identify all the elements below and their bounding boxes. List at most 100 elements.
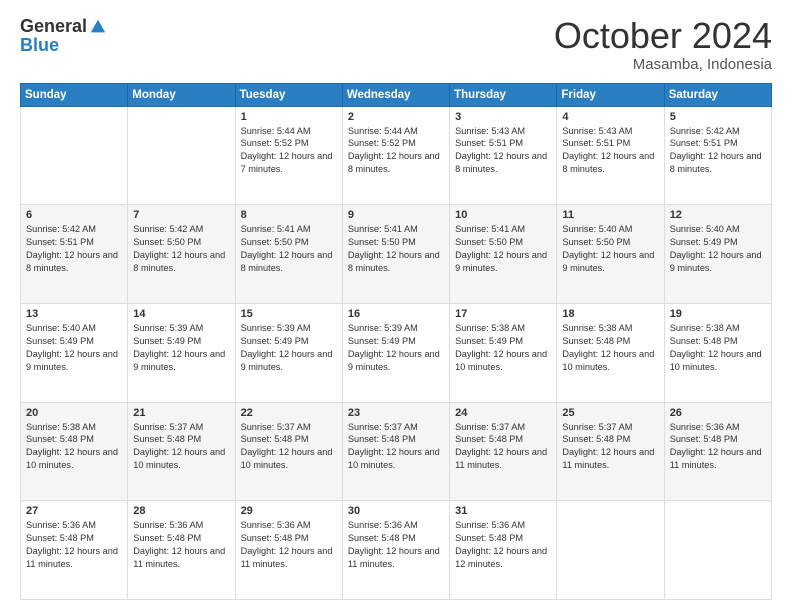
day-info: Sunrise: 5:38 AM Sunset: 5:49 PM Dayligh… <box>455 322 551 374</box>
day-info: Sunrise: 5:43 AM Sunset: 5:51 PM Dayligh… <box>455 125 551 177</box>
day-number: 14 <box>133 308 229 320</box>
day-info: Sunrise: 5:44 AM Sunset: 5:52 PM Dayligh… <box>241 125 337 177</box>
day-number: 5 <box>670 111 766 123</box>
day-info: Sunrise: 5:38 AM Sunset: 5:48 PM Dayligh… <box>26 421 122 473</box>
calendar-cell: 5 Sunrise: 5:42 AM Sunset: 5:51 PM Daylig… <box>664 106 771 205</box>
calendar-cell: 11 Sunrise: 5:40 AM Sunset: 5:50 PM Dayli… <box>557 205 664 304</box>
day-info: Sunrise: 5:41 AM Sunset: 5:50 PM Dayligh… <box>348 223 444 275</box>
page-header: General Blue October 2024 Masamba, Indon… <box>20 16 772 73</box>
day-number: 1 <box>241 111 337 123</box>
title-block: October 2024 Masamba, Indonesia <box>554 16 772 73</box>
day-number: 11 <box>562 209 658 221</box>
calendar-cell: 7Sunrise: 5:42 AM Sunset: 5:50 PM Daylig… <box>128 205 235 304</box>
day-number: 19 <box>670 308 766 320</box>
day-info: Sunrise: 5:36 AM Sunset: 5:48 PM Dayligh… <box>670 421 766 473</box>
col-thursday: Thursday <box>450 83 557 106</box>
day-number: 23 <box>348 407 444 419</box>
logo-text: General <box>20 16 107 37</box>
col-tuesday: Tuesday <box>235 83 342 106</box>
day-info: Sunrise: 5:37 AM Sunset: 5:48 PM Dayligh… <box>241 421 337 473</box>
day-number: 27 <box>26 505 122 517</box>
calendar-cell <box>128 106 235 205</box>
calendar-cell <box>664 501 771 600</box>
day-info: Sunrise: 5:43 AM Sunset: 5:51 PM Dayligh… <box>562 125 658 177</box>
col-sunday: Sunday <box>21 83 128 106</box>
day-info: Sunrise: 5:36 AM Sunset: 5:48 PM Dayligh… <box>348 519 444 571</box>
day-number: 26 <box>670 407 766 419</box>
calendar-cell: 18Sunrise: 5:38 AM Sunset: 5:48 PM Dayli… <box>557 303 664 402</box>
calendar-cell: 1 Sunrise: 5:44 AM Sunset: 5:52 PM Daylig… <box>235 106 342 205</box>
day-info: Sunrise: 5:37 AM Sunset: 5:48 PM Dayligh… <box>348 421 444 473</box>
day-info: Sunrise: 5:42 AM Sunset: 5:50 PM Dayligh… <box>133 223 229 275</box>
day-number: 6 <box>26 209 122 221</box>
day-info: Sunrise: 5:36 AM Sunset: 5:48 PM Dayligh… <box>455 519 551 571</box>
day-info: Sunrise: 5:37 AM Sunset: 5:48 PM Dayligh… <box>455 421 551 473</box>
day-info: Sunrise: 5:38 AM Sunset: 5:48 PM Dayligh… <box>562 322 658 374</box>
day-number: 3 <box>455 111 551 123</box>
calendar-cell: 24 Sunrise: 5:37 AM Sunset: 5:48 PM Dayli… <box>450 402 557 501</box>
calendar-cell <box>557 501 664 600</box>
calendar-cell: 10Sunrise: 5:41 AM Sunset: 5:50 PM Dayli… <box>450 205 557 304</box>
day-number: 25 <box>562 407 658 419</box>
day-number: 20 <box>26 407 122 419</box>
day-info: Sunrise: 5:36 AM Sunset: 5:48 PM Dayligh… <box>241 519 337 571</box>
calendar-table: Sunday Monday Tuesday Wednesday Thursday… <box>20 83 772 600</box>
calendar-cell: 13Sunrise: 5:40 AM Sunset: 5:49 PM Dayli… <box>21 303 128 402</box>
calendar-week-3: 13Sunrise: 5:40 AM Sunset: 5:49 PM Dayli… <box>21 303 772 402</box>
day-info: Sunrise: 5:40 AM Sunset: 5:50 PM Dayligh… <box>562 223 658 275</box>
day-info: Sunrise: 5:39 AM Sunset: 5:49 PM Dayligh… <box>133 322 229 374</box>
logo: General Blue <box>20 16 107 56</box>
day-info: Sunrise: 5:39 AM Sunset: 5:49 PM Dayligh… <box>348 322 444 374</box>
logo-general: General <box>20 16 87 37</box>
day-number: 31 <box>455 505 551 517</box>
day-info: Sunrise: 5:37 AM Sunset: 5:48 PM Dayligh… <box>562 421 658 473</box>
calendar-cell: 22 Sunrise: 5:37 AM Sunset: 5:48 PM Dayli… <box>235 402 342 501</box>
day-number: 9 <box>348 209 444 221</box>
col-monday: Monday <box>128 83 235 106</box>
calendar-cell: 19Sunrise: 5:38 AM Sunset: 5:48 PM Dayli… <box>664 303 771 402</box>
day-info: Sunrise: 5:41 AM Sunset: 5:50 PM Dayligh… <box>455 223 551 275</box>
logo-blue: Blue <box>20 35 59 56</box>
calendar-cell: 21 Sunrise: 5:37 AM Sunset: 5:48 PM Dayli… <box>128 402 235 501</box>
calendar-cell: 26 Sunrise: 5:36 AM Sunset: 5:48 PM Dayli… <box>664 402 771 501</box>
day-number: 30 <box>348 505 444 517</box>
calendar-cell: 29 Sunrise: 5:36 AM Sunset: 5:48 PM Dayli… <box>235 501 342 600</box>
day-info: Sunrise: 5:36 AM Sunset: 5:48 PM Dayligh… <box>26 519 122 571</box>
day-number: 29 <box>241 505 337 517</box>
day-info: Sunrise: 5:41 AM Sunset: 5:50 PM Dayligh… <box>241 223 337 275</box>
calendar-week-5: 27 Sunrise: 5:36 AM Sunset: 5:48 PM Dayli… <box>21 501 772 600</box>
calendar-cell: 17 Sunrise: 5:38 AM Sunset: 5:49 PM Dayli… <box>450 303 557 402</box>
calendar-week-1: 1 Sunrise: 5:44 AM Sunset: 5:52 PM Daylig… <box>21 106 772 205</box>
day-number: 16 <box>348 308 444 320</box>
calendar-cell: 9 Sunrise: 5:41 AM Sunset: 5:50 PM Daylig… <box>342 205 449 304</box>
col-saturday: Saturday <box>664 83 771 106</box>
day-number: 21 <box>133 407 229 419</box>
day-info: Sunrise: 5:42 AM Sunset: 5:51 PM Dayligh… <box>670 125 766 177</box>
day-number: 12 <box>670 209 766 221</box>
day-info: Sunrise: 5:42 AM Sunset: 5:51 PM Dayligh… <box>26 223 122 275</box>
calendar-cell: 30 Sunrise: 5:36 AM Sunset: 5:48 PM Dayli… <box>342 501 449 600</box>
day-number: 22 <box>241 407 337 419</box>
calendar-cell: 12 Sunrise: 5:40 AM Sunset: 5:49 PM Dayli… <box>664 205 771 304</box>
calendar-cell: 8Sunrise: 5:41 AM Sunset: 5:50 PM Daylig… <box>235 205 342 304</box>
calendar-cell: 23 Sunrise: 5:37 AM Sunset: 5:48 PM Dayli… <box>342 402 449 501</box>
calendar-header-row: Sunday Monday Tuesday Wednesday Thursday… <box>21 83 772 106</box>
logo-icon <box>89 18 107 36</box>
day-info: Sunrise: 5:40 AM Sunset: 5:49 PM Dayligh… <box>670 223 766 275</box>
calendar-week-4: 20 Sunrise: 5:38 AM Sunset: 5:48 PM Dayli… <box>21 402 772 501</box>
day-info: Sunrise: 5:44 AM Sunset: 5:52 PM Dayligh… <box>348 125 444 177</box>
day-number: 17 <box>455 308 551 320</box>
day-number: 24 <box>455 407 551 419</box>
day-info: Sunrise: 5:37 AM Sunset: 5:48 PM Dayligh… <box>133 421 229 473</box>
calendar-cell: 15Sunrise: 5:39 AM Sunset: 5:49 PM Dayli… <box>235 303 342 402</box>
calendar-cell: 6 Sunrise: 5:42 AM Sunset: 5:51 PM Daylig… <box>21 205 128 304</box>
calendar-cell: 25 Sunrise: 5:37 AM Sunset: 5:48 PM Dayli… <box>557 402 664 501</box>
location-title: Masamba, Indonesia <box>554 56 772 73</box>
calendar-cell: 3 Sunrise: 5:43 AM Sunset: 5:51 PM Daylig… <box>450 106 557 205</box>
day-number: 13 <box>26 308 122 320</box>
day-number: 2 <box>348 111 444 123</box>
col-friday: Friday <box>557 83 664 106</box>
calendar-cell: 16 Sunrise: 5:39 AM Sunset: 5:49 PM Dayli… <box>342 303 449 402</box>
day-info: Sunrise: 5:36 AM Sunset: 5:48 PM Dayligh… <box>133 519 229 571</box>
calendar-cell: 31 Sunrise: 5:36 AM Sunset: 5:48 PM Dayli… <box>450 501 557 600</box>
